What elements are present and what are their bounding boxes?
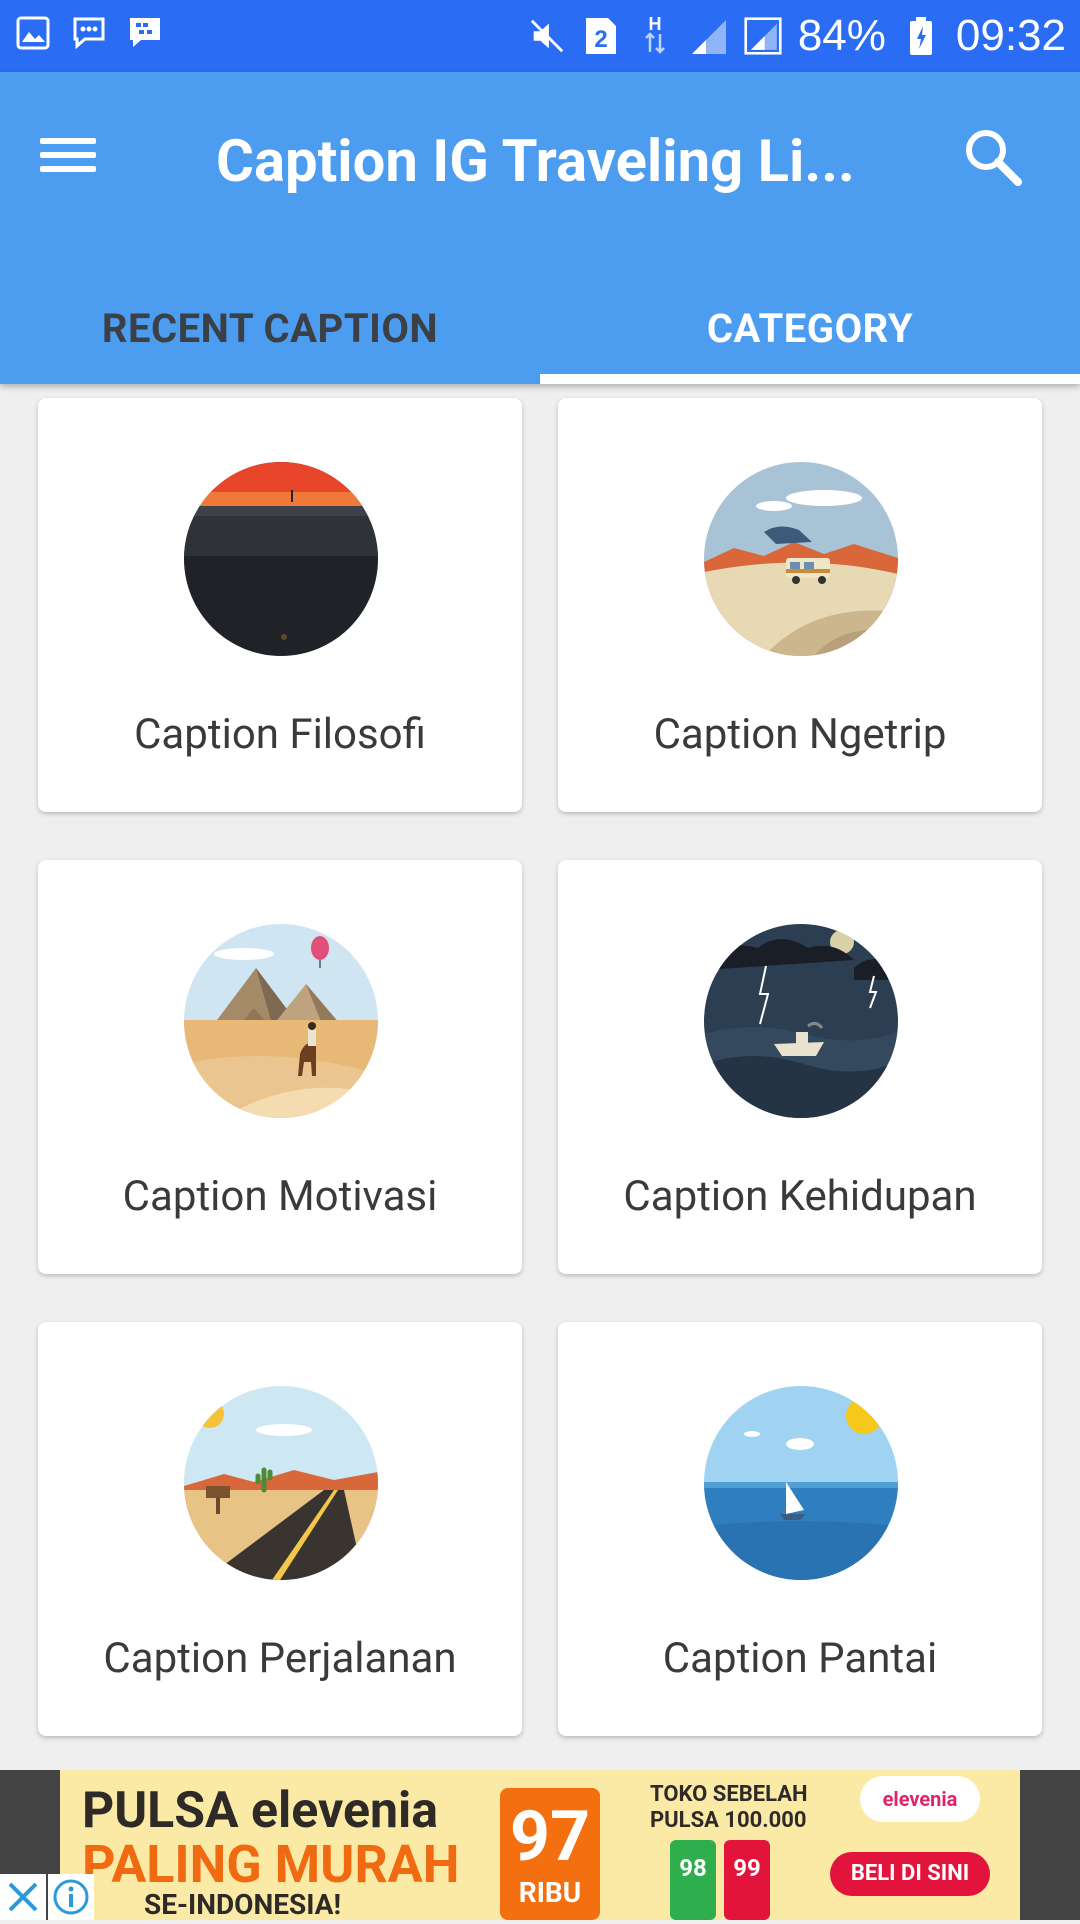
desert-van-image (704, 462, 898, 656)
network-type-label: H (648, 14, 661, 34)
signal-icon (690, 17, 728, 55)
sunset-silhouette-image (184, 462, 378, 656)
ad-brand-logo: elevenia (860, 1776, 980, 1822)
sea-sailboat-image (704, 1386, 898, 1580)
sim-icon: 2 (582, 17, 620, 55)
category-card-pantai[interactable]: Caption Pantai (558, 1322, 1042, 1736)
search-icon[interactable] (960, 124, 1030, 194)
data-icon: H (636, 14, 674, 55)
app-bar: Caption IG Traveling Li... RECENT CAPTIO… (0, 72, 1080, 384)
mute-icon (528, 17, 566, 55)
category-card-kehidupan[interactable]: Caption Kehidupan (558, 860, 1042, 1274)
hamburger-menu-icon[interactable] (36, 130, 100, 194)
ad-tagline: SE-INDONESIA! (144, 1888, 342, 1920)
messaging-icon (70, 14, 108, 52)
category-label: Caption Kehidupan (623, 1172, 977, 1221)
ad-banner[interactable]: PULSA elevenia PALING MURAH SE-INDONESIA… (0, 1770, 1080, 1920)
signal-icon (744, 17, 782, 55)
category-label: Caption Ngetrip (653, 710, 947, 759)
desert-road-image (184, 1386, 378, 1580)
bbm-icon (126, 14, 164, 52)
ad-price-unit: RIBU (518, 1876, 582, 1909)
category-label: Caption Filosofi (134, 710, 426, 759)
category-grid: Caption Filosofi Caption Ngetrip Caption… (0, 384, 1080, 1770)
app-title: Caption IG Traveling Li... (216, 128, 855, 196)
ad-headline: PULSA elevenia (82, 1782, 438, 1840)
category-label: Caption Perjalanan (103, 1634, 457, 1683)
ad-creative[interactable]: PULSA elevenia PALING MURAH SE-INDONESIA… (60, 1770, 1020, 1920)
ad-price-phone: 97 RIBU (500, 1788, 600, 1920)
battery-percent: 84% (797, 11, 886, 60)
category-label: Caption Pantai (662, 1634, 938, 1683)
category-card-filosofi[interactable]: Caption Filosofi (38, 398, 522, 812)
category-card-motivasi[interactable]: Caption Motivasi (38, 860, 522, 1274)
ad-voucher-card: 98 (670, 1840, 716, 1920)
tab-bar: RECENT CAPTION CATEGORY (0, 272, 1080, 384)
ad-subheadline: PALING MURAH (82, 1834, 460, 1895)
category-card-ngetrip[interactable]: Caption Ngetrip (558, 398, 1042, 812)
ad-voucher-cards: 98 99 (670, 1840, 770, 1920)
info-icon[interactable] (48, 1874, 94, 1920)
category-card-perjalanan[interactable]: Caption Perjalanan (38, 1322, 522, 1736)
status-bar: 2 H 84% 09:32 (0, 0, 1080, 72)
storm-boat-image (704, 924, 898, 1118)
ad-voucher-card: 99 (724, 1840, 770, 1920)
ad-promo-text: TOKO SEBELAH PULSA 100.000 (650, 1782, 808, 1833)
category-label: Caption Motivasi (122, 1172, 438, 1221)
tab-recent-caption[interactable]: RECENT CAPTION (0, 272, 540, 384)
sim-slot-label: 2 (594, 26, 607, 53)
tab-category[interactable]: CATEGORY (540, 272, 1080, 384)
ad-price: 97 (509, 1796, 591, 1878)
gallery-icon (14, 14, 52, 52)
pyramids-camel-image (184, 924, 378, 1118)
close-icon[interactable] (0, 1874, 46, 1920)
clock: 09:32 (955, 11, 1066, 60)
ad-cta-button[interactable]: BELI DI SINI (830, 1852, 990, 1896)
battery-icon (902, 17, 940, 55)
